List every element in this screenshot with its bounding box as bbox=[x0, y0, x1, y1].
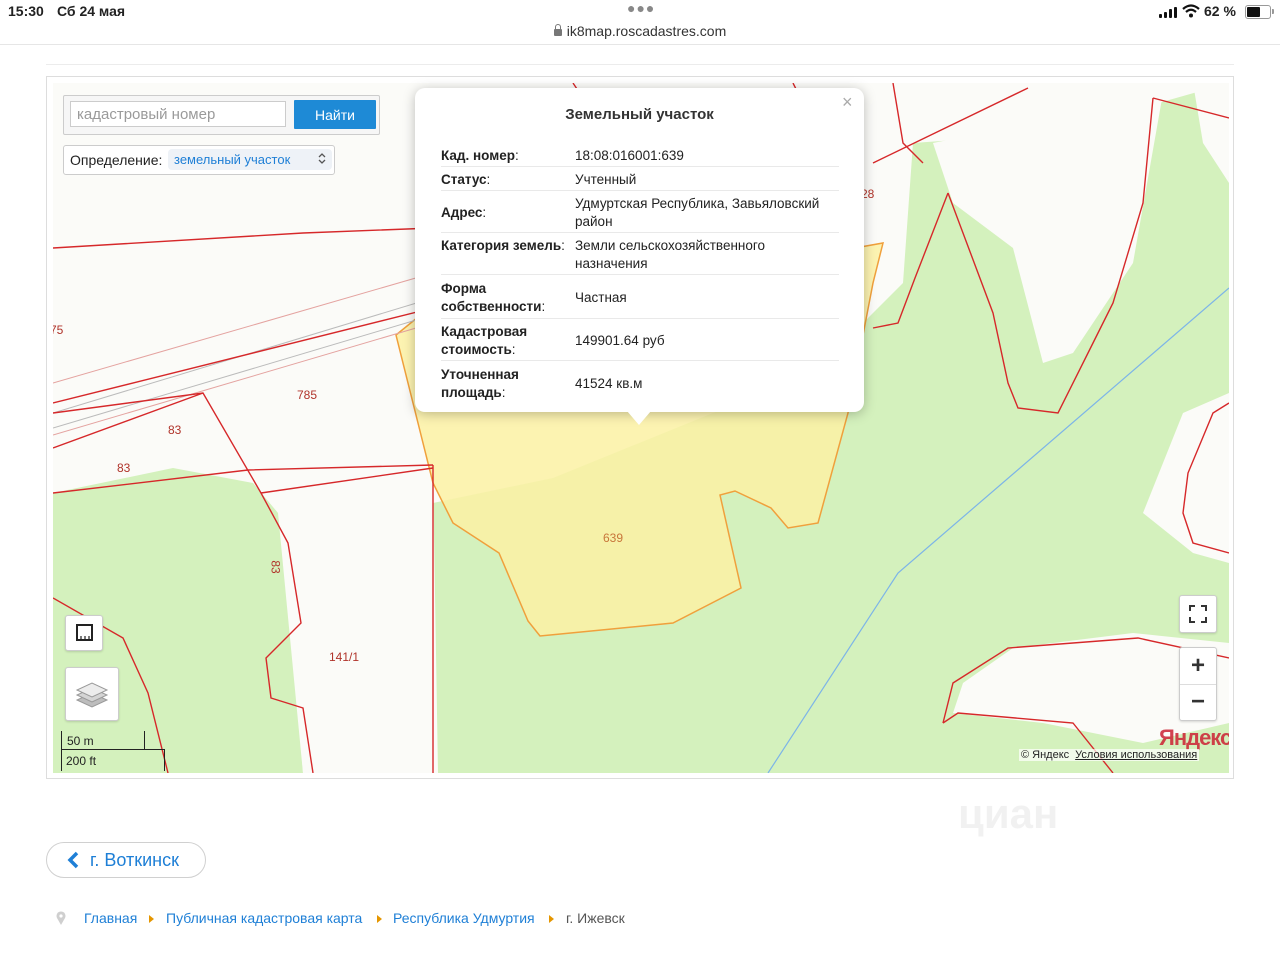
url-text: ik8map.roscadastres.com bbox=[566, 23, 727, 39]
parcel-info-popup: × Земельный участок Кад. номер: 18:08:01… bbox=[415, 88, 864, 412]
fullscreen-button[interactable] bbox=[1179, 595, 1217, 633]
info-value: Учтенный bbox=[575, 172, 637, 187]
info-value: Земли сельскохозяйственного назначения bbox=[575, 238, 766, 271]
info-key: Категория земель bbox=[441, 238, 562, 253]
location-pin-icon bbox=[56, 911, 66, 925]
parcel-label: 75 bbox=[53, 323, 64, 337]
info-value: 18:08:016001:639 bbox=[575, 148, 684, 163]
info-value: 149901.64 руб bbox=[575, 333, 665, 348]
parcel-label: 83 bbox=[117, 461, 131, 475]
info-value: Удмуртская Республика, Завьяловский райо… bbox=[575, 196, 820, 229]
tab-dots-icon[interactable]: ●●● bbox=[627, 0, 655, 16]
definition-label: Определение: bbox=[70, 152, 163, 168]
parcel-label: 83 bbox=[168, 423, 182, 437]
info-key: Кад. номер bbox=[441, 148, 515, 163]
info-value: Частная bbox=[575, 290, 627, 305]
zoom-in-button[interactable]: + bbox=[1180, 648, 1216, 685]
breadcrumb-separator-icon bbox=[149, 915, 154, 923]
status-bar: 15:30 Сб 24 мая ●●● ik8map.roscadastres.… bbox=[0, 0, 1280, 44]
info-row: Уточненная площадь: 41524 кв.м bbox=[441, 362, 839, 402]
battery-percent: 62 % bbox=[1204, 3, 1236, 19]
ruler-icon bbox=[76, 624, 93, 641]
wifi-icon bbox=[1182, 4, 1200, 18]
info-key: Статус bbox=[441, 172, 487, 187]
lock-icon bbox=[553, 24, 562, 36]
info-row: Адрес: Удмуртская Республика, Завьяловск… bbox=[441, 192, 839, 233]
breadcrumb-separator-icon bbox=[549, 915, 554, 923]
watermark: циан bbox=[958, 790, 1059, 837]
chevron-left-icon bbox=[67, 851, 79, 869]
breadcrumb-region[interactable]: Республика Удмуртия bbox=[393, 910, 535, 926]
scale-imperial: 200 ft bbox=[66, 754, 97, 768]
definition-selector: Определение: земельный участок bbox=[63, 145, 335, 175]
popup-title: Земельный участок bbox=[565, 106, 714, 123]
layers-button[interactable] bbox=[65, 667, 119, 721]
info-row: Категория земель: Земли сельскохозяйстве… bbox=[441, 234, 839, 275]
yandex-logo: Яндекс bbox=[1159, 725, 1229, 750]
parcel-label: 141/1 bbox=[329, 650, 360, 664]
battery-icon bbox=[1245, 5, 1274, 19]
zoom-control: + − bbox=[1179, 647, 1217, 721]
terms-link[interactable]: Условия использования bbox=[1075, 749, 1197, 761]
info-row: Кад. номер: 18:08:016001:639 bbox=[441, 146, 839, 167]
map-attribution: © Яндекс Условия использования bbox=[1019, 749, 1200, 761]
copyright-text: © Яндекс bbox=[1021, 749, 1070, 761]
divider bbox=[0, 44, 1280, 45]
popup-tail bbox=[627, 411, 651, 425]
definition-select[interactable]: земельный участок bbox=[168, 149, 332, 170]
layers-icon bbox=[75, 682, 109, 708]
info-key: Форма собственности bbox=[441, 281, 542, 314]
ruler-button[interactable] bbox=[65, 615, 103, 651]
info-value: 41524 кв.м bbox=[575, 376, 643, 391]
info-key: Уточненная площадь bbox=[441, 367, 519, 400]
search-bar: Найти bbox=[63, 95, 380, 135]
zoom-out-button[interactable]: − bbox=[1180, 684, 1216, 720]
signal-icon bbox=[1159, 7, 1177, 18]
info-row: Статус: Учтенный bbox=[441, 168, 839, 191]
breadcrumb-home[interactable]: Главная bbox=[84, 910, 137, 926]
parcel-label: 83 bbox=[268, 560, 283, 574]
breadcrumb-cadastral-map[interactable]: Публичная кадастровая карта bbox=[166, 910, 362, 926]
back-button[interactable]: г. Воткинск bbox=[46, 842, 206, 878]
info-row: Кадастровая стоимость: 149901.64 руб bbox=[441, 320, 839, 361]
map-scale: 50 m 200 ft bbox=[57, 731, 167, 771]
definition-selected-value: земельный участок bbox=[174, 152, 291, 167]
cadastral-search-input[interactable] bbox=[70, 101, 286, 127]
chevron-updown-icon bbox=[318, 153, 326, 164]
breadcrumb-current: г. Ижевск bbox=[566, 910, 625, 926]
status-time: 15:30 bbox=[8, 3, 44, 19]
breadcrumb-separator-icon bbox=[377, 915, 382, 923]
parcel-label-selected[interactable]: 639 bbox=[603, 531, 623, 545]
info-key: Адрес bbox=[441, 205, 483, 220]
back-button-label: г. Воткинск bbox=[90, 850, 179, 870]
scale-metric: 50 m bbox=[67, 734, 94, 748]
search-button[interactable]: Найти bbox=[294, 100, 376, 129]
fullscreen-icon bbox=[1189, 605, 1207, 623]
address-bar[interactable]: ik8map.roscadastres.com bbox=[0, 23, 1280, 39]
divider bbox=[46, 64, 1234, 65]
parcel-label: 785 bbox=[297, 388, 318, 402]
info-row: Форма собственности: Частная bbox=[441, 276, 839, 319]
status-date: Сб 24 мая bbox=[57, 3, 126, 19]
